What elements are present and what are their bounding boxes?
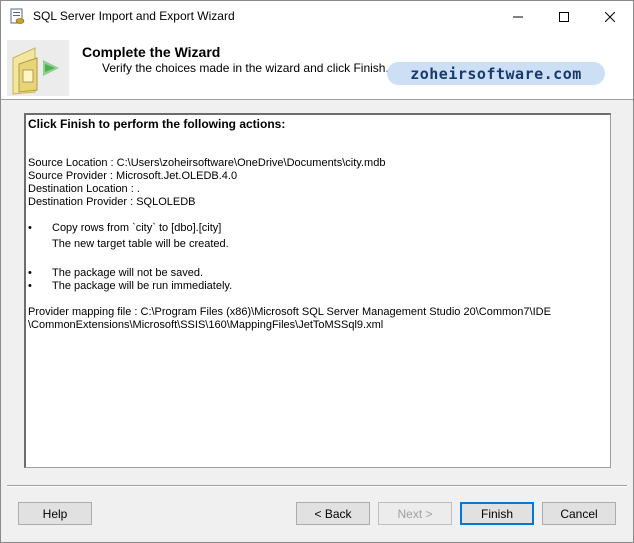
header-subtitle: Verify the choices made in the wizard an… <box>102 61 389 75</box>
package-run-immediately: The package will be run immediately. <box>52 280 233 292</box>
package-not-saved: The package will not be saved. <box>52 267 204 279</box>
app-icon <box>9 8 25 25</box>
destination-provider: Destination Provider : SQLOLEDB <box>28 196 196 208</box>
minimize-button[interactable] <box>495 1 541 32</box>
bullet-icon: • <box>28 267 32 279</box>
minimize-icon <box>513 16 523 17</box>
maximize-icon <box>559 11 569 22</box>
back-button[interactable]: < Back <box>296 502 370 525</box>
source-location: Source Location : C:\Users\zoheirsoftwar… <box>28 157 386 169</box>
wizard-window: SQL Server Import and Export Wizard Comp… <box>0 0 634 543</box>
mapping-file-line-1: Provider mapping file : C:\Program Files… <box>28 306 551 318</box>
report-heading: Click Finish to perform the following ac… <box>28 117 286 131</box>
help-button[interactable]: Help <box>18 502 92 525</box>
destination-location: Destination Location : . <box>28 183 140 195</box>
maximize-button[interactable] <box>541 1 587 32</box>
finish-button[interactable]: Finish <box>460 502 534 525</box>
wizard-graphic-icon <box>7 40 69 96</box>
summary-report[interactable]: Click Finish to perform the following ac… <box>24 113 611 468</box>
close-button[interactable] <box>587 1 633 32</box>
footer-divider <box>7 485 627 487</box>
bullet-icon: • <box>28 280 32 292</box>
next-button[interactable]: Next > <box>378 502 452 525</box>
new-table-note: The new target table will be created. <box>52 238 229 250</box>
wizard-header: Complete the Wizard Verify the choices m… <box>1 32 633 100</box>
watermark-badge: zoheirsoftware.com <box>387 62 605 85</box>
source-provider: Source Provider : Microsoft.Jet.OLEDB.4.… <box>28 170 238 182</box>
mapping-file-line-2: \CommonExtensions\Microsoft\SSIS\160\Map… <box>28 319 384 331</box>
copy-rows-action: Copy rows from `city` to [dbo].[city] <box>52 222 222 234</box>
header-title: Complete the Wizard <box>82 44 221 60</box>
title-bar[interactable]: SQL Server Import and Export Wizard <box>1 1 633 32</box>
window-title: SQL Server Import and Export Wizard <box>33 9 235 23</box>
cancel-button[interactable]: Cancel <box>542 502 616 525</box>
close-icon <box>605 11 615 22</box>
bullet-icon: • <box>28 222 32 234</box>
